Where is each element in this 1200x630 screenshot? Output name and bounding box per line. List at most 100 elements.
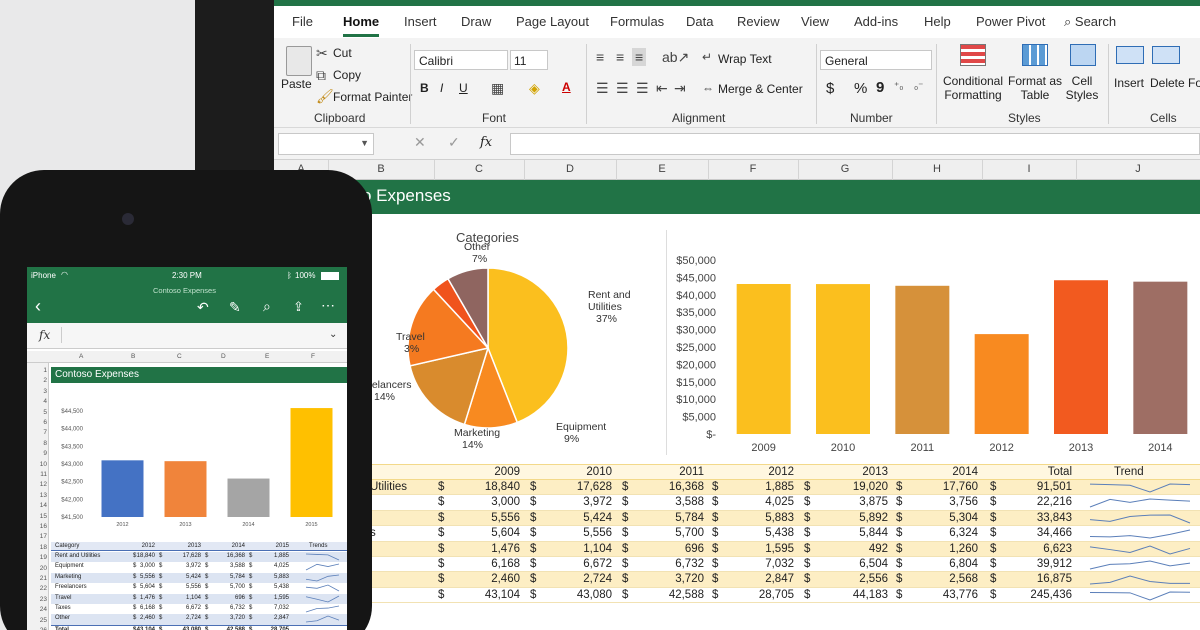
table-cell[interactable]: 5,844 bbox=[859, 527, 888, 539]
bold-button[interactable]: B bbox=[420, 81, 429, 95]
table-cell[interactable]: 19,020 bbox=[853, 481, 888, 493]
delete-button[interactable]: Delete bbox=[1150, 76, 1185, 90]
tab-help[interactable]: Help bbox=[924, 14, 951, 29]
phone-table-cell[interactable]: Travel bbox=[55, 595, 71, 601]
pen-icon[interactable]: ✎ bbox=[229, 299, 241, 316]
column-header-d[interactable]: D bbox=[524, 163, 616, 175]
tab-add-ins[interactable]: Add-ins bbox=[854, 14, 898, 29]
align-center-icon[interactable]: ☰ bbox=[616, 81, 629, 95]
phone-table-cell[interactable]: 2,724 bbox=[186, 615, 201, 621]
decrease-indent-icon[interactable]: ⇤ bbox=[656, 81, 668, 95]
tab-page-layout[interactable]: Page Layout bbox=[516, 14, 589, 29]
phone-table-cell[interactable]: 2,847 bbox=[274, 615, 289, 621]
table-cell[interactable]: 3,720 bbox=[675, 573, 704, 585]
tab-draw[interactable]: Draw bbox=[461, 14, 491, 29]
increase-indent-icon[interactable]: ⇥ bbox=[674, 81, 686, 95]
phone-table-cell[interactable]: Other bbox=[55, 615, 70, 621]
phone-row-number[interactable]: 18 bbox=[27, 544, 47, 551]
table-cell[interactable]: 16,875 bbox=[1037, 573, 1072, 585]
table-row[interactable]: $1,476 $1,104 $696 $1,595 $492 $1,260 $6,623 bbox=[274, 541, 1200, 557]
phone-table-cell[interactable]: 5,556 bbox=[140, 574, 155, 580]
table-cell[interactable]: 17,628 bbox=[577, 481, 612, 493]
phone-row-number[interactable]: 7 bbox=[27, 429, 47, 436]
phone-table-cell[interactable]: 6,732 bbox=[230, 605, 245, 611]
phone-row-number[interactable]: 10 bbox=[27, 461, 47, 468]
phone-table-cell[interactable]: 5,556 bbox=[186, 584, 201, 590]
column-header-e[interactable]: E bbox=[616, 163, 708, 175]
table-cell[interactable]: 34,466 bbox=[1037, 527, 1072, 539]
formula-input[interactable] bbox=[510, 133, 1200, 155]
phone-table-cell[interactable]: 7,032 bbox=[274, 605, 289, 611]
column-header-i[interactable]: I bbox=[982, 163, 1076, 175]
phone-table-cell[interactable]: 4,025 bbox=[274, 563, 289, 569]
phone-table-cell[interactable]: 6,168 bbox=[140, 605, 155, 611]
table-cell[interactable]: 3,000 bbox=[491, 496, 520, 508]
phone-column-header[interactable]: C bbox=[177, 353, 182, 360]
table-cell[interactable]: 44,183 bbox=[853, 589, 888, 601]
share-icon[interactable]: ⇪ bbox=[293, 299, 304, 315]
insert-button[interactable]: Insert bbox=[1114, 76, 1144, 90]
table-cell[interactable]: 6,504 bbox=[859, 558, 888, 570]
phone-table-cell[interactable]: 5,438 bbox=[274, 584, 289, 590]
currency-button[interactable]: $ bbox=[826, 80, 834, 97]
table-cell[interactable]: 18,840 bbox=[485, 481, 520, 493]
table-cell[interactable]: 42,588 bbox=[669, 589, 704, 601]
table-cell[interactable]: 5,604 bbox=[491, 527, 520, 539]
phone-column-header[interactable]: F bbox=[311, 353, 315, 360]
table-row[interactable]: $43,104 $43,080 $42,588 $28,705 $44,183 $43,7… bbox=[274, 587, 1200, 604]
column-header-c[interactable]: C bbox=[434, 163, 524, 175]
phone-table-row[interactable]: Freelancers $5,604 $5,556 $5,700 $5,438 bbox=[51, 583, 347, 594]
table-cell[interactable]: 7,032 bbox=[765, 558, 794, 570]
format-painter-button[interactable]: Format Painter bbox=[333, 90, 412, 104]
phone-table-cell[interactable]: 5,883 bbox=[274, 574, 289, 580]
phone-table-cell[interactable]: 5,604 bbox=[140, 584, 155, 590]
table-cell[interactable]: 1,885 bbox=[765, 481, 794, 493]
cell-styles-button[interactable]: Cell Styles bbox=[1064, 74, 1100, 102]
phone-column-header[interactable]: E bbox=[265, 353, 269, 360]
align-left-icon[interactable]: ☰ bbox=[596, 81, 609, 95]
search-icon[interactable]: ⌕ bbox=[263, 298, 271, 315]
phone-row-number[interactable]: 13 bbox=[27, 492, 47, 499]
phone-row-number[interactable]: 23 bbox=[27, 596, 47, 603]
table-cell[interactable]: 5,892 bbox=[859, 512, 888, 524]
phone-table-row[interactable]: Marketing $5,556 $5,424 $5,784 $5,883 bbox=[51, 572, 347, 584]
phone-column-header[interactable]: A bbox=[79, 353, 83, 360]
table-cell[interactable]: 492 bbox=[869, 543, 888, 555]
table-cell[interactable]: 2,724 bbox=[583, 573, 612, 585]
column-header-j[interactable]: J bbox=[1076, 163, 1200, 175]
phone-table-row[interactable]: Travel $1,476 $1,104 $696 $1,595 bbox=[51, 593, 347, 604]
table-cell[interactable]: 5,784 bbox=[675, 512, 704, 524]
column-header-h[interactable]: H bbox=[892, 163, 982, 175]
phone-row-number[interactable]: 25 bbox=[27, 617, 47, 624]
phone-row-number[interactable]: 14 bbox=[27, 502, 47, 509]
tab-file[interactable]: File bbox=[292, 14, 313, 29]
tab-data[interactable]: Data bbox=[686, 14, 713, 29]
phone-row-number[interactable]: 24 bbox=[27, 606, 47, 613]
table-cell[interactable]: 6,672 bbox=[583, 558, 612, 570]
table-cell[interactable]: 245,436 bbox=[1030, 589, 1072, 601]
tab-search[interactable]: ⌕ Search bbox=[1064, 14, 1116, 30]
phone-row-number[interactable]: 11 bbox=[27, 471, 47, 478]
table-cell[interactable]: 6,324 bbox=[949, 527, 978, 539]
phone-table-cell[interactable]: 1,595 bbox=[274, 595, 289, 601]
phone-table-cell[interactable]: 5,424 bbox=[186, 574, 201, 580]
chevron-down-icon[interactable]: ⌄ bbox=[329, 329, 337, 340]
undo-icon[interactable]: ↶ bbox=[197, 299, 209, 316]
tab-power-pivot[interactable]: Power Pivot bbox=[976, 14, 1045, 29]
table-row[interactable]: s $5,604 $5,556 $5,700 $5,438 $5,844 $6,324 $34… bbox=[274, 526, 1200, 542]
name-box[interactable]: ▼ bbox=[278, 133, 374, 155]
table-cell[interactable]: 3,875 bbox=[859, 496, 888, 508]
paste-button[interactable]: Paste bbox=[281, 77, 312, 91]
phone-table-row[interactable]: Taxes $6,168 $6,672 $6,732 $7,032 bbox=[51, 604, 347, 615]
table-row[interactable]: Utilities $18,840 $17,628 $16,368 $1,885 $19,… bbox=[274, 480, 1200, 496]
insert-function-button[interactable]: fx bbox=[480, 135, 492, 150]
table-cell[interactable]: 33,843 bbox=[1037, 512, 1072, 524]
tab-review[interactable]: Review bbox=[737, 14, 780, 29]
phone-table-row[interactable]: Equipment $3,000 $3,972 $3,588 $4,025 bbox=[51, 562, 347, 573]
phone-row-number[interactable]: 19 bbox=[27, 554, 47, 561]
phone-table-cell[interactable]: Marketing bbox=[55, 574, 81, 580]
italic-button[interactable]: I bbox=[440, 81, 443, 95]
table-cell[interactable]: 2,460 bbox=[491, 573, 520, 585]
phone-table-cell[interactable]: 17,628 bbox=[183, 553, 201, 559]
table-cell[interactable]: 3,756 bbox=[949, 496, 978, 508]
